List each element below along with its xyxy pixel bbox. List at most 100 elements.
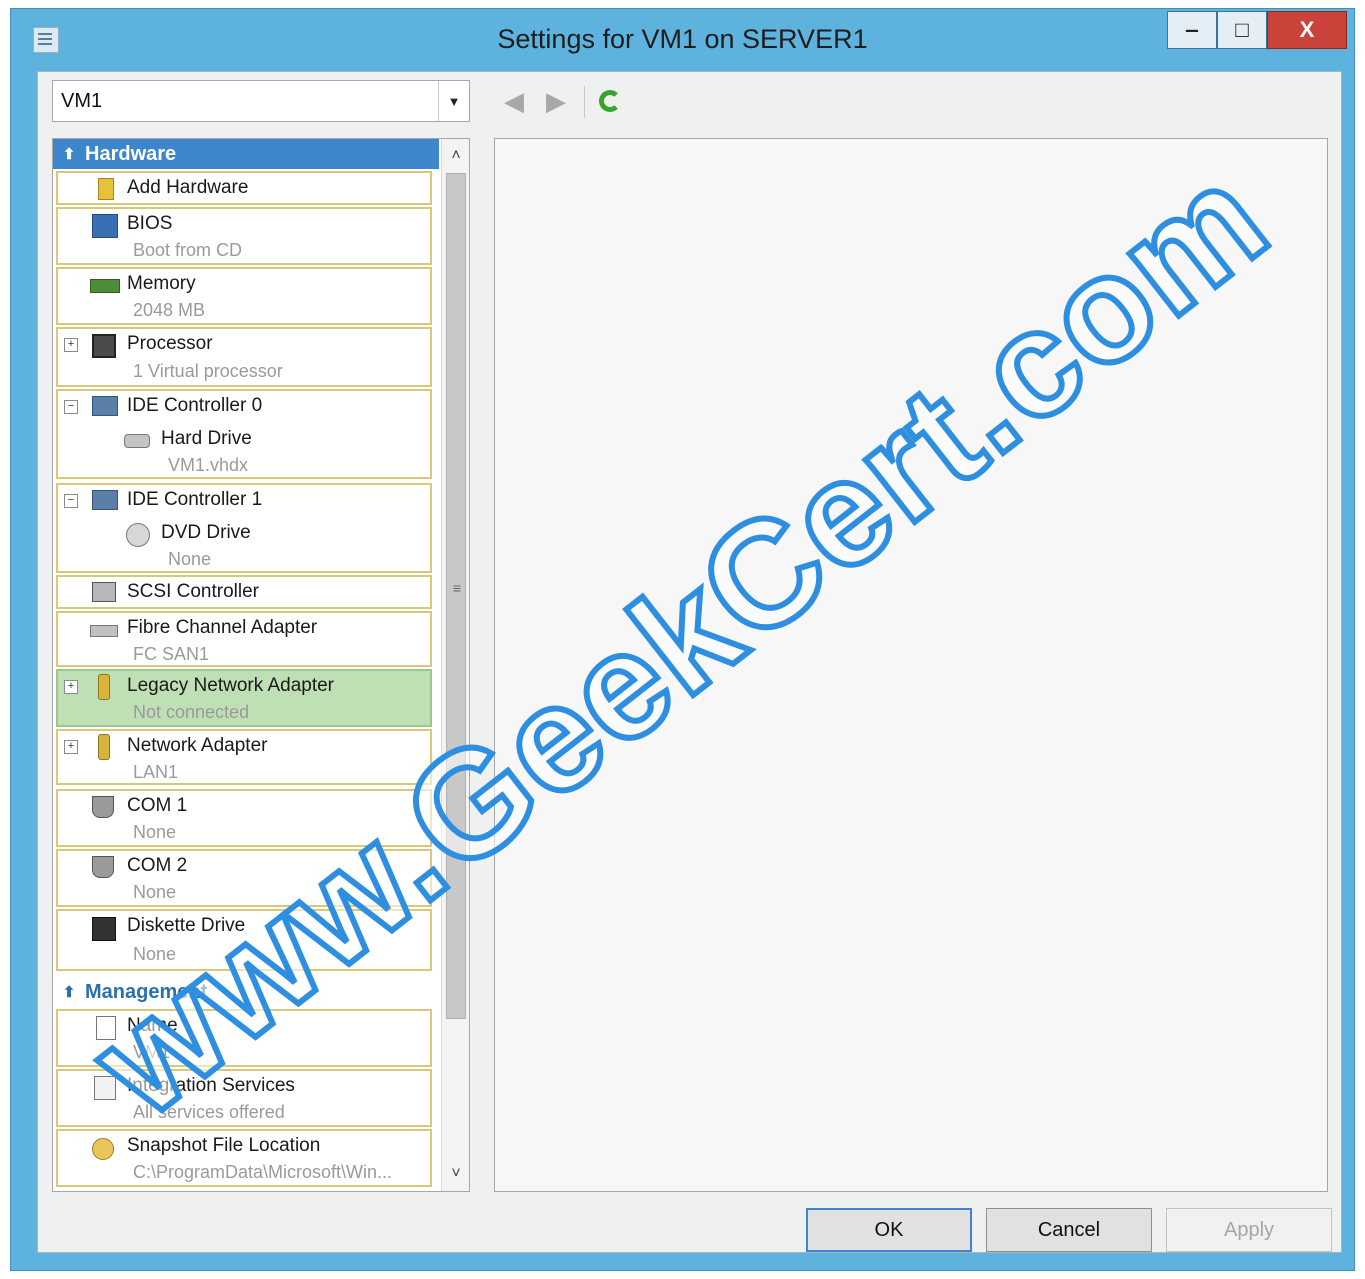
minimize-button[interactable]: ‒: [1167, 11, 1217, 49]
network-adapter-icon: [98, 674, 110, 700]
tree-item-label: IDE Controller 1: [127, 489, 263, 510]
tree-item-detail: None: [168, 549, 212, 569]
collapse-icon[interactable]: ⬆: [53, 145, 85, 163]
title-bar[interactable]: Settings for VM1 on SERVER1 ‒ □ X: [11, 9, 1354, 71]
dialog-body: VM1 ▼ ◀ ▶ ⬆ Hardware Add Hardware BIOS B…: [37, 71, 1342, 1253]
back-arrow-icon[interactable]: ◀: [504, 88, 524, 114]
tree-item-detail: None: [133, 882, 177, 902]
management-section-title: Management: [85, 980, 208, 1003]
tree-item-label: BIOS: [127, 213, 173, 234]
forward-arrow-icon[interactable]: ▶: [546, 88, 566, 114]
tree-item-label: IDE Controller 0: [127, 395, 263, 416]
tree-item-processor[interactable]: + Processor 1 Virtual processor: [56, 327, 432, 387]
vm-selector-value: VM1: [61, 90, 103, 112]
refresh-icon[interactable]: [599, 90, 621, 112]
scroll-up-icon[interactable]: ˄: [442, 143, 469, 169]
floppy-disk-icon: [92, 917, 116, 941]
fibre-channel-icon: [90, 625, 118, 637]
expand-icon[interactable]: +: [64, 338, 78, 352]
tree-item-bios[interactable]: BIOS Boot from CD: [56, 207, 432, 265]
snapshot-icon: [92, 1138, 114, 1160]
scrollbar-grip-icon: ≡: [452, 580, 462, 596]
chevron-down-icon[interactable]: ▼: [438, 81, 469, 121]
close-button[interactable]: X: [1267, 11, 1347, 49]
settings-detail-pane: [494, 138, 1328, 1192]
tree-item-com-1[interactable]: COM 1 None: [56, 789, 432, 847]
ok-button[interactable]: OK: [806, 1208, 972, 1252]
tree-item-detail: C:\ProgramData\Microsoft\Win...: [133, 1162, 393, 1182]
tree-item-label: COM 2: [127, 855, 188, 876]
tree-item-detail: VM1: [133, 1042, 171, 1062]
memory-icon: [90, 279, 120, 293]
com-port-icon: [92, 796, 114, 818]
tree-item-com-2[interactable]: COM 2 None: [56, 849, 432, 907]
tree-item-diskette-drive[interactable]: Diskette Drive None: [56, 909, 432, 971]
maximize-button[interactable]: □: [1217, 11, 1267, 49]
tree-item-detail: VM1.vhdx: [168, 455, 249, 475]
tree-item-label: Legacy Network Adapter: [127, 675, 335, 696]
hard-drive-icon: [124, 434, 150, 448]
tree-item-hard-drive-label[interactable]: Hard Drive: [161, 428, 252, 450]
tree-item-memory[interactable]: Memory 2048 MB: [56, 267, 432, 325]
tree-item-label: Add Hardware: [127, 177, 249, 198]
dvd-drive-icon: [126, 523, 150, 547]
tree-item-ide-controller-0[interactable]: − IDE Controller 0 Hard Drive VM1.vhdx: [56, 389, 432, 479]
tree-item-label: SCSI Controller: [127, 581, 259, 602]
scsi-controller-icon: [92, 582, 116, 602]
add-hardware-icon: [98, 178, 114, 200]
window-title: Settings for VM1 on SERVER1: [497, 24, 868, 54]
tree-item-label: Integration Services: [127, 1075, 295, 1096]
tree-item-label: COM 1: [127, 795, 188, 816]
tree-item-legacy-network-adapter[interactable]: + Legacy Network Adapter Not connected: [56, 669, 432, 727]
tree-item-add-hardware[interactable]: Add Hardware: [56, 171, 432, 205]
processor-icon: [92, 334, 116, 358]
tree-item-label: Fibre Channel Adapter: [127, 617, 318, 638]
scrollbar-thumb[interactable]: ≡: [446, 173, 466, 1019]
collapse-icon[interactable]: ⬆: [53, 983, 85, 1001]
tree-item-detail: 2048 MB: [133, 300, 206, 320]
network-adapter-icon: [98, 734, 110, 760]
collapse-tree-icon[interactable]: −: [64, 400, 78, 414]
tree-item-detail: Not connected: [133, 702, 250, 722]
tree-item-name[interactable]: Name VM1: [56, 1009, 432, 1067]
hardware-section-header[interactable]: ⬆ Hardware: [53, 139, 439, 169]
tree-item-snapshot-file-location[interactable]: Snapshot File Location C:\ProgramData\Mi…: [56, 1129, 432, 1187]
tree-item-detail: LAN1: [133, 762, 179, 782]
bios-icon: [92, 214, 118, 238]
collapse-tree-icon[interactable]: −: [64, 494, 78, 508]
toolbar-separator: [584, 86, 585, 118]
scroll-down-icon[interactable]: ˅: [442, 1161, 469, 1187]
tree-item-detail: None: [133, 944, 177, 964]
settings-tree: ⬆ Hardware Add Hardware BIOS Boot from C…: [52, 138, 470, 1192]
tree-item-scsi-controller[interactable]: SCSI Controller: [56, 575, 432, 609]
integration-services-icon: [94, 1076, 116, 1100]
tree-item-label: Memory: [127, 273, 196, 294]
tree-item-integration-services[interactable]: Integration Services All services offere…: [56, 1069, 432, 1127]
apply-button[interactable]: Apply: [1166, 1208, 1332, 1252]
tree-item-detail: FC SAN1: [133, 644, 210, 664]
cancel-button[interactable]: Cancel: [986, 1208, 1152, 1252]
tree-item-network-adapter[interactable]: + Network Adapter LAN1: [56, 729, 432, 785]
management-section-header[interactable]: ⬆ Management: [53, 977, 439, 1007]
com-port-icon: [92, 856, 114, 878]
tree-item-label: Snapshot File Location: [127, 1135, 321, 1156]
tree-item-detail: Boot from CD: [133, 240, 243, 260]
ide-controller-icon: [92, 490, 118, 510]
tree-item-ide-controller-1[interactable]: − IDE Controller 1 DVD Drive None: [56, 483, 432, 573]
ide-controller-icon: [92, 396, 118, 416]
vm-selector-dropdown[interactable]: VM1 ▼: [52, 80, 470, 122]
tree-item-label: Processor: [127, 333, 213, 354]
expand-icon[interactable]: +: [64, 680, 78, 694]
expand-icon[interactable]: +: [64, 740, 78, 754]
tree-item-fibre-channel-adapter[interactable]: Fibre Channel Adapter FC SAN1: [56, 611, 432, 667]
tree-item-label: Network Adapter: [127, 735, 268, 756]
hardware-section-title: Hardware: [85, 142, 177, 165]
tree-item-detail: None: [133, 822, 177, 842]
tree-item-label: Diskette Drive: [127, 915, 246, 936]
settings-window: Settings for VM1 on SERVER1 ‒ □ X VM1 ▼ …: [10, 8, 1355, 1271]
tree-item-detail: All services offered: [133, 1102, 285, 1122]
tree-item-detail: 1 Virtual processor: [133, 361, 283, 381]
tree-scrollbar[interactable]: ˄ ≡ ˅: [441, 139, 469, 1191]
tree-item-dvd-drive-label[interactable]: DVD Drive: [161, 522, 251, 544]
name-icon: [96, 1016, 116, 1040]
